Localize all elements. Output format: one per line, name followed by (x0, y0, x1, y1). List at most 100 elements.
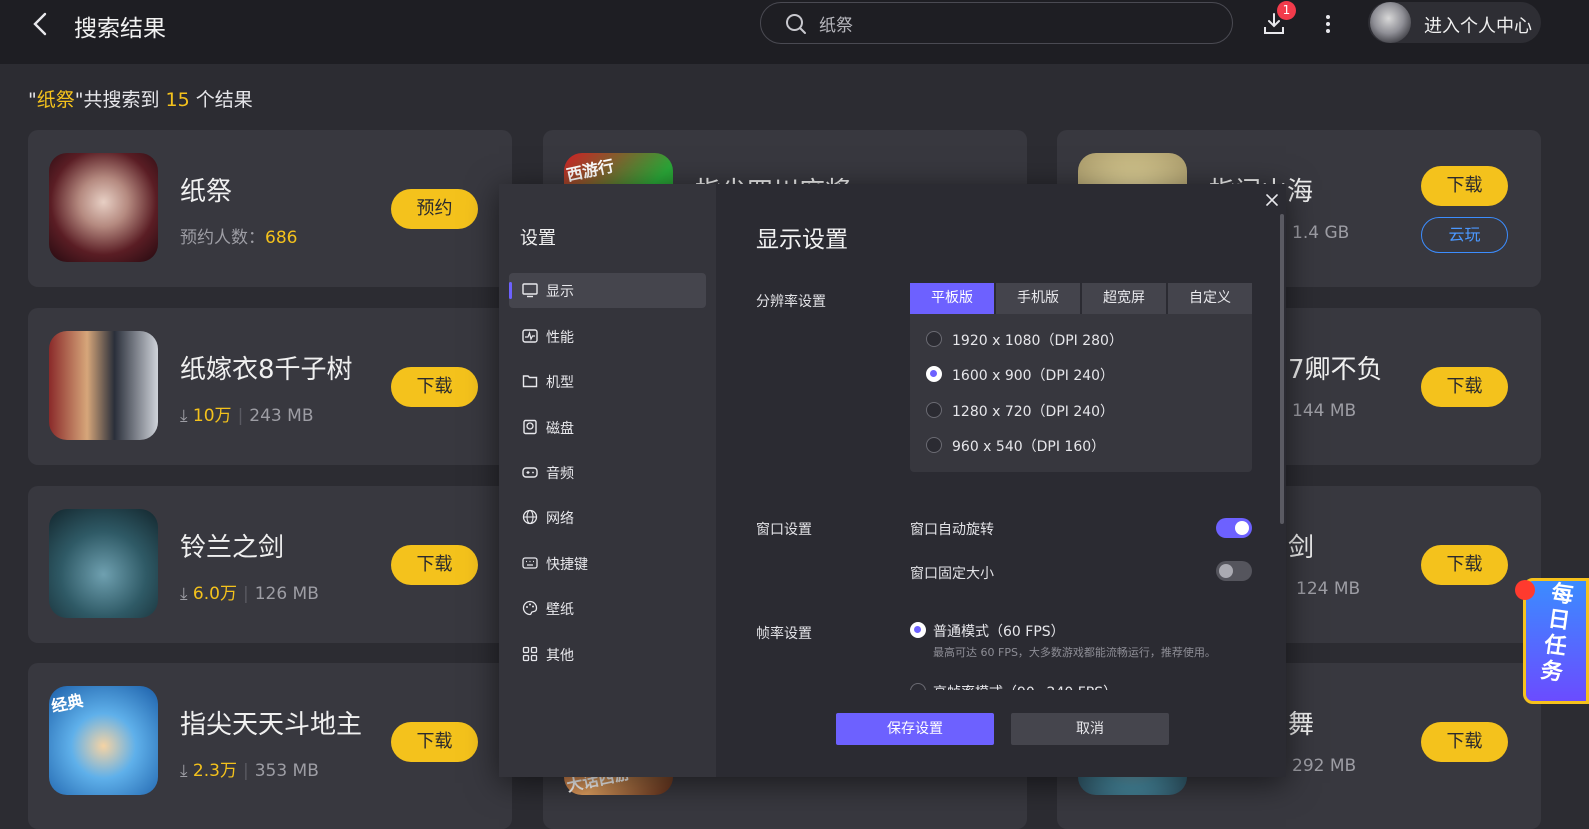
palette-icon (522, 600, 538, 616)
fps-hint: 最高可达 60 FPS，大多数游戏都能流畅运行，推荐使用。 (933, 646, 1216, 659)
settings-dialog: 设置 显示 性能 机型 磁盘 音频 网络 快捷键 壁纸 其他 显示设置 分辨率设… (499, 184, 1286, 777)
download-button[interactable]: 下载 (391, 545, 478, 585)
game-meta: 1.4 GB (1292, 223, 1350, 243)
game-meta: 292 MB (1292, 756, 1357, 776)
top-bar: 搜索结果 1 进入个人中心 (0, 0, 1589, 64)
nav-item-network[interactable]: 网络 (509, 500, 706, 535)
game-name[interactable]: 铃兰之剑 (180, 527, 284, 564)
game-name[interactable]: 纸嫁衣8千子树 (180, 349, 353, 386)
game-name[interactable]: 7卿不负 (1288, 349, 1383, 386)
download-button[interactable]: 下载 (391, 722, 478, 762)
game-card[interactable]: 铃兰之剑 ⤓ 6.0万 | 126 MB 下载 (28, 486, 512, 643)
window-settings-label: 窗口设置 (756, 522, 812, 538)
download-button[interactable]: 下载 (1421, 166, 1508, 206)
monitor-icon (522, 283, 538, 298)
game-name[interactable]: 纸祭 (180, 171, 232, 208)
tab-tablet[interactable]: 平板版 (910, 283, 994, 314)
download-manager-button[interactable]: 1 (1260, 1, 1296, 38)
game-card[interactable]: 纸嫁衣8千子树 ⤓ 10万 | 243 MB 下载 (28, 308, 512, 465)
download-button[interactable]: 下载 (391, 367, 478, 407)
search-icon (786, 14, 806, 34)
game-meta: 124 MB (1296, 579, 1361, 599)
avatar (1370, 2, 1411, 43)
tab-custom[interactable]: 自定义 (1168, 283, 1252, 314)
download-count-icon: ⤓ (180, 584, 193, 604)
cancel-button[interactable]: 取消 (1011, 713, 1169, 745)
nav-item-display[interactable]: 显示 (509, 273, 706, 308)
game-meta: ⤓ 10万 | 243 MB (180, 406, 314, 426)
radio-button[interactable] (910, 683, 926, 690)
resolution-label: 分辨率设置 (756, 294, 826, 310)
grid-icon (522, 646, 538, 662)
download-button[interactable]: 下载 (1421, 722, 1508, 762)
auto-rotate-toggle[interactable] (1216, 518, 1252, 538)
game-icon[interactable] (49, 509, 158, 618)
search-keyword: 纸祭 (36, 89, 75, 111)
device-model-icon (522, 375, 538, 388)
nav-item-audio[interactable]: 音频 (509, 455, 706, 490)
game-meta: ⤓ 2.3万 | 353 MB (180, 761, 319, 781)
game-meta: ⤓ 6.0万 | 126 MB (180, 584, 319, 604)
settings-title: 设置 (520, 228, 556, 249)
close-icon[interactable] (1265, 193, 1279, 207)
fps-settings-label: 帧率设置 (756, 626, 812, 642)
nav-item-other[interactable]: 其他 (509, 637, 706, 672)
download-count-icon: ⤓ (180, 761, 193, 781)
performance-icon (522, 329, 538, 343)
radio-button-selected[interactable] (910, 622, 926, 638)
more-vertical-icon[interactable] (1319, 12, 1337, 36)
settings-sidebar: 设置 显示 性能 机型 磁盘 音频 网络 快捷键 壁纸 其他 (499, 184, 716, 777)
game-meta: 144 MB (1292, 401, 1357, 421)
scrollbar[interactable] (1280, 214, 1284, 524)
tab-ultrawide[interactable]: 超宽屏 (1082, 283, 1166, 314)
game-name[interactable]: 剑 (1288, 527, 1314, 564)
game-name[interactable]: 指尖天天斗地主 (180, 704, 362, 741)
resolution-options: 1920 x 1080（DPI 280） 1600 x 900（DPI 240）… (910, 314, 1252, 472)
display-settings-title: 显示设置 (756, 227, 848, 253)
nav-item-shortcuts[interactable]: 快捷键 (509, 546, 706, 581)
nav-item-disk[interactable]: 磁盘 (509, 410, 706, 445)
notification-dot (1515, 580, 1535, 600)
cloud-play-button[interactable]: 云玩 (1421, 217, 1508, 253)
download-button[interactable]: 下载 (1421, 545, 1508, 585)
search-input[interactable] (819, 11, 1199, 35)
radio-button[interactable] (926, 437, 942, 453)
nav-item-performance[interactable]: 性能 (509, 319, 706, 354)
game-name[interactable]: 舞 (1288, 704, 1314, 741)
game-card[interactable]: 经典 指尖天天斗地主 ⤓ 2.3万 | 353 MB 下载 (28, 663, 512, 829)
game-icon[interactable] (49, 153, 158, 262)
result-summary: "纸祭"共搜索到 15 个结果 (28, 89, 253, 111)
download-count-badge: 1 (1277, 1, 1296, 20)
page-title: 搜索结果 (74, 16, 166, 42)
daily-task-widget[interactable]: 每日任务 (1515, 576, 1589, 704)
active-indicator (509, 282, 512, 299)
resolution-tabs: 平板版 手机版 超宽屏 自定义 (910, 283, 1252, 314)
download-button[interactable]: 下载 (1421, 367, 1508, 407)
fps-option-high-clipped[interactable]: 高帧率模式（90~240 FPS） (899, 674, 1269, 690)
reserve-button[interactable]: 预约 (391, 189, 478, 229)
radio-button[interactable] (926, 402, 942, 418)
fixed-size-toggle[interactable] (1216, 561, 1252, 581)
save-settings-button[interactable]: 保存设置 (836, 713, 994, 745)
globe-icon (522, 509, 538, 525)
auto-rotate-label: 窗口自动旋转 (910, 522, 994, 538)
user-center-button[interactable]: 进入个人中心 (1368, 2, 1541, 43)
game-card[interactable]: 纸祭 预约人数：686 预约 (28, 130, 512, 287)
game-meta: 预约人数：686 (180, 228, 298, 248)
audio-icon (522, 467, 538, 478)
radio-button-selected[interactable] (926, 366, 942, 382)
game-icon[interactable]: 经典 (49, 686, 158, 795)
tab-phone[interactable]: 手机版 (996, 283, 1080, 314)
search-box[interactable] (760, 2, 1233, 44)
download-count-icon: ⤓ (180, 406, 193, 426)
icon-tag: 西游行 (564, 156, 616, 185)
fixed-size-label: 窗口固定大小 (910, 566, 994, 582)
icon-tag: 经典 (49, 690, 85, 717)
result-count: 15 (165, 89, 190, 111)
game-icon[interactable] (49, 331, 158, 440)
nav-item-wallpaper[interactable]: 壁纸 (509, 591, 706, 626)
user-center-label: 进入个人中心 (1424, 16, 1532, 37)
back-arrow-icon[interactable] (28, 10, 56, 38)
radio-button[interactable] (926, 331, 942, 347)
nav-item-device-model[interactable]: 机型 (509, 364, 706, 399)
